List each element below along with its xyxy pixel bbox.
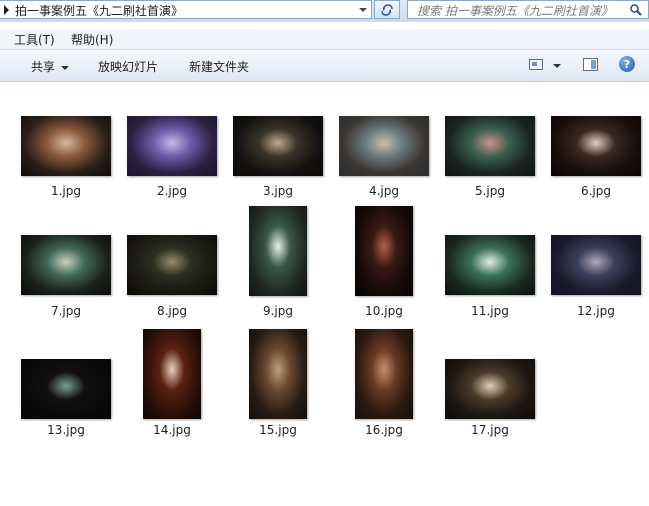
change-view-icon[interactable] — [529, 59, 543, 70]
menu-bar: 工具(T) 帮助(H) — [0, 29, 649, 50]
file-name-label: 4.jpg — [368, 184, 400, 198]
address-bar[interactable]: 拍一事案例五《九二刷社首演》 — [0, 0, 372, 19]
menu-tools[interactable]: 工具(T) — [14, 31, 55, 48]
search-placeholder: 搜索 拍一事案例五《九二刷社首演》 — [417, 4, 613, 18]
image-thumbnail[interactable] — [355, 206, 413, 296]
image-thumbnail[interactable] — [445, 116, 535, 176]
file-name-label: 2.jpg — [156, 184, 188, 198]
image-thumbnail[interactable] — [445, 359, 535, 419]
image-thumbnail[interactable] — [21, 235, 111, 295]
new-folder-button[interactable]: 新建文件夹 — [189, 58, 249, 75]
image-thumbnail[interactable] — [21, 116, 111, 176]
search-icon[interactable] — [630, 4, 642, 16]
search-input[interactable]: 搜索 拍一事案例五《九二刷社首演》 — [407, 0, 649, 19]
file-name-label: 8.jpg — [156, 304, 188, 318]
refresh-icon — [381, 3, 393, 16]
image-thumbnail[interactable] — [551, 235, 641, 295]
image-thumbnail[interactable] — [249, 329, 307, 419]
chevron-down-icon — [61, 65, 70, 70]
help-icon[interactable]: ? — [619, 56, 635, 72]
image-thumbnail[interactable] — [339, 116, 429, 176]
preview-pane-icon[interactable] — [583, 58, 598, 71]
file-name-label: 16.jpg — [365, 423, 403, 437]
breadcrumb-arrow-icon[interactable] — [4, 5, 9, 15]
slideshow-button[interactable]: 放映幻灯片 — [98, 58, 158, 75]
address-row: 拍一事案例五《九二刷社首演》 搜索 拍一事案例五《九二刷社首演》 — [0, 0, 649, 22]
file-name-label: 12.jpg — [577, 304, 615, 318]
image-thumbnail[interactable] — [143, 329, 201, 419]
menu-help[interactable]: 帮助(H) — [71, 31, 113, 48]
file-name-label: 9.jpg — [262, 304, 294, 318]
image-thumbnail[interactable] — [21, 359, 111, 419]
file-name-label: 5.jpg — [474, 184, 506, 198]
address-dropdown-button[interactable] — [354, 1, 371, 18]
file-name-label: 14.jpg — [153, 423, 191, 437]
address-path[interactable]: 拍一事案例五《九二刷社首演》 — [15, 2, 183, 19]
file-name-label: 6.jpg — [580, 184, 612, 198]
image-thumbnail[interactable] — [127, 116, 217, 176]
file-list: 1.jpg 2.jpg 3.jpg 4.jpg 5.jpg 6.jpg 7.jpg 8.jpg… — [0, 82, 649, 506]
image-thumbnail[interactable] — [551, 116, 641, 176]
command-toolbar: 共享 放映幻灯片 新建文件夹 ? — [0, 50, 649, 82]
image-thumbnail[interactable] — [233, 116, 323, 176]
file-name-label: 15.jpg — [259, 423, 297, 437]
view-options-dropdown[interactable] — [553, 64, 561, 68]
share-label: 共享 — [31, 60, 56, 74]
share-button[interactable]: 共享 — [31, 58, 70, 75]
file-name-label: 17.jpg — [471, 423, 509, 437]
image-thumbnail[interactable] — [445, 235, 535, 295]
file-name-label: 11.jpg — [471, 304, 509, 318]
file-name-label: 7.jpg — [50, 304, 82, 318]
refresh-button[interactable] — [374, 0, 400, 19]
image-thumbnail[interactable] — [355, 329, 413, 419]
file-name-label: 10.jpg — [365, 304, 403, 318]
image-thumbnail[interactable] — [249, 206, 307, 296]
file-name-label: 13.jpg — [47, 423, 85, 437]
image-thumbnail[interactable] — [127, 235, 217, 295]
file-name-label: 3.jpg — [262, 184, 294, 198]
file-name-label: 1.jpg — [50, 184, 82, 198]
chevron-down-icon — [358, 7, 367, 12]
